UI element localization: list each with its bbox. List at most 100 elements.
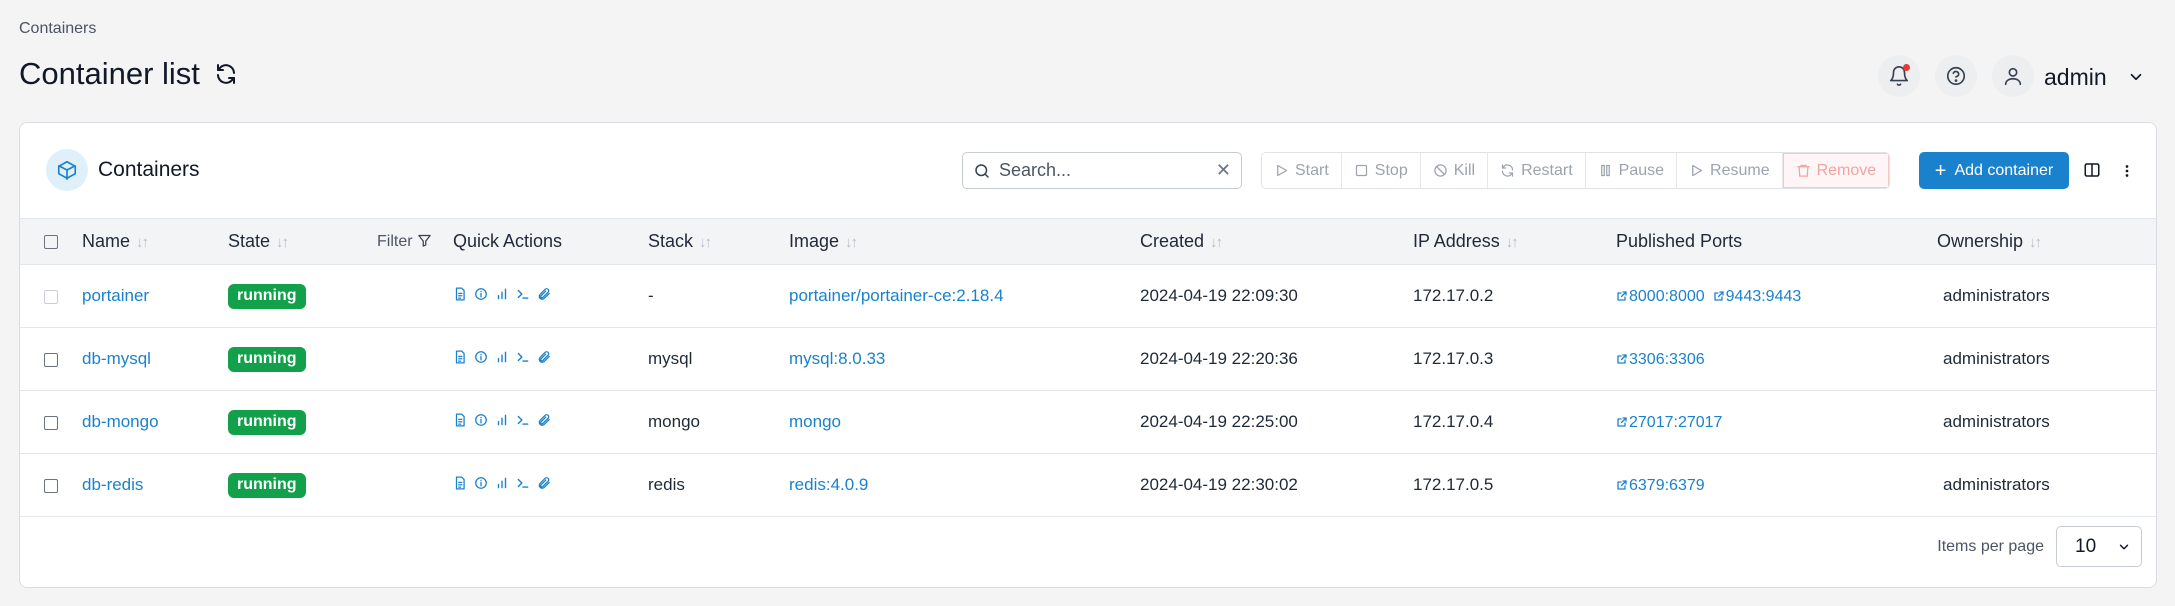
bulk-actions-group: Start Stop Kill Restart Pause Resume Rem…	[1261, 152, 1891, 189]
image-link[interactable]: mysql:8.0.33	[789, 349, 885, 368]
kill-button[interactable]: Kill	[1420, 153, 1489, 188]
logs-icon[interactable]	[453, 287, 467, 301]
column-header-image[interactable]: Image ↓↑	[789, 219, 1140, 265]
status-badge: running	[228, 472, 306, 498]
quick-actions	[453, 287, 551, 301]
chevron-down-icon[interactable]	[2127, 68, 2145, 86]
play-icon	[1277, 164, 1288, 177]
column-header-state[interactable]: State ↓↑	[228, 219, 377, 265]
restart-button[interactable]: Restart	[1488, 153, 1586, 188]
more-vertical-icon[interactable]	[2118, 161, 2136, 181]
logs-icon[interactable]	[453, 476, 467, 490]
stop-button[interactable]: Stop	[1341, 153, 1421, 188]
stats-icon[interactable]	[495, 287, 509, 301]
row-checkbox[interactable]	[44, 289, 58, 304]
remove-button[interactable]: Remove	[1782, 153, 1890, 188]
box-icon	[57, 160, 77, 180]
ownership-cell: administrators	[1943, 475, 2050, 494]
table-row: db-mysql running mysql mysql:8.0.33 2024…	[20, 328, 2156, 391]
container-name-link[interactable]: db-redis	[82, 475, 143, 494]
row-checkbox[interactable]	[44, 478, 58, 493]
image-link[interactable]: mongo	[789, 412, 841, 431]
add-container-button[interactable]: + Add container	[1919, 152, 2069, 189]
container-name-link[interactable]: db-mongo	[82, 412, 159, 431]
square-icon	[1355, 164, 1367, 177]
items-per-page-value: 10	[2075, 535, 2097, 557]
column-header-created[interactable]: Created ↓↑	[1140, 219, 1413, 265]
external-link-icon	[1617, 354, 1627, 364]
page-title-text: Container list	[19, 56, 200, 91]
ports-cell: 8000:8000 9443:9443	[1616, 265, 1937, 328]
attach-icon[interactable]	[537, 413, 551, 427]
sort-icon: ↓↑	[845, 234, 858, 251]
column-header-ownership[interactable]: Ownership ↓↑	[1937, 219, 2156, 265]
card-header: Containers ✕ Start Stop Kill Restart	[20, 123, 2156, 218]
resume-button[interactable]: Resume	[1677, 153, 1783, 188]
kill-label: Kill	[1453, 161, 1476, 179]
created-cell: 2024-04-19 22:20:36	[1140, 349, 1298, 368]
row-checkbox[interactable]	[44, 352, 58, 367]
console-icon[interactable]	[516, 350, 530, 364]
inspect-icon[interactable]	[474, 350, 488, 364]
pause-button[interactable]: Pause	[1585, 153, 1678, 188]
clear-search-icon[interactable]: ✕	[1216, 160, 1231, 181]
console-icon[interactable]	[516, 476, 530, 490]
stats-icon[interactable]	[495, 350, 509, 364]
containers-table: Name ↓↑ State ↓↑ Filter Quick Actions Stac…	[20, 218, 2156, 517]
row-checkbox[interactable]	[44, 415, 58, 430]
external-link-icon	[1713, 291, 1724, 301]
search-box[interactable]: ✕	[962, 152, 1242, 189]
user-avatar[interactable]	[1992, 55, 2034, 97]
columns-icon[interactable]	[2083, 161, 2101, 179]
published-port-link[interactable]: 9443:9443	[1713, 288, 1801, 305]
table-row: portainer running - portainer/portainer-…	[20, 265, 2156, 328]
search-icon	[975, 163, 989, 178]
port-label: 27017:27017	[1629, 414, 1723, 431]
published-port-link[interactable]: 6379:6379	[1616, 477, 1705, 494]
sort-icon: ↓↑	[2029, 234, 2042, 251]
published-port-link[interactable]: 8000:8000	[1616, 288, 1705, 305]
stack-cell: redis	[648, 475, 685, 494]
remove-label: Remove	[1816, 161, 1877, 179]
logs-icon[interactable]	[453, 413, 467, 427]
refresh-icon[interactable]	[214, 62, 238, 86]
ownership-cell: administrators	[1943, 286, 2050, 305]
attach-icon[interactable]	[537, 287, 551, 301]
inspect-icon[interactable]	[474, 413, 488, 427]
help-button[interactable]	[1935, 55, 1977, 97]
image-link[interactable]: portainer/portainer-ce:2.18.4	[789, 286, 1004, 305]
breadcrumb[interactable]: Containers	[19, 20, 96, 38]
pagination: Items per page 10	[1937, 526, 2142, 567]
created-cell: 2024-04-19 22:25:00	[1140, 412, 1298, 431]
inspect-icon[interactable]	[474, 287, 488, 301]
user-name[interactable]: admin	[2044, 64, 2107, 91]
column-header-ip[interactable]: IP Address ↓↑	[1413, 219, 1616, 265]
resume-label: Resume	[1710, 161, 1770, 179]
inspect-icon[interactable]	[474, 476, 488, 490]
stats-icon[interactable]	[495, 476, 509, 490]
console-icon[interactable]	[516, 287, 530, 301]
column-header-stack[interactable]: Stack ↓↑	[648, 219, 789, 265]
stats-icon[interactable]	[495, 413, 509, 427]
user-icon	[2004, 67, 2022, 86]
notifications-button[interactable]	[1878, 55, 1920, 97]
published-port-link[interactable]: 3306:3306	[1616, 351, 1705, 368]
sort-icon: ↓↑	[699, 234, 712, 251]
image-link[interactable]: redis:4.0.9	[789, 475, 868, 494]
column-header-name[interactable]: Name ↓↑	[82, 219, 228, 265]
external-link-icon	[1617, 291, 1627, 301]
select-all-checkbox[interactable]	[44, 235, 58, 250]
start-button[interactable]: Start	[1262, 153, 1342, 188]
state-filter-button[interactable]: Filter	[377, 219, 453, 265]
items-per-page-select[interactable]: 10	[2056, 526, 2142, 567]
search-input[interactable]	[999, 160, 1199, 181]
container-name-link[interactable]: db-mysql	[82, 349, 151, 368]
console-icon[interactable]	[516, 413, 530, 427]
logs-icon[interactable]	[453, 350, 467, 364]
quick-actions	[453, 476, 551, 490]
ip-cell: 172.17.0.2	[1413, 286, 1494, 305]
published-port-link[interactable]: 27017:27017	[1616, 414, 1722, 431]
attach-icon[interactable]	[537, 476, 551, 490]
container-name-link[interactable]: portainer	[82, 286, 149, 305]
attach-icon[interactable]	[537, 350, 551, 364]
